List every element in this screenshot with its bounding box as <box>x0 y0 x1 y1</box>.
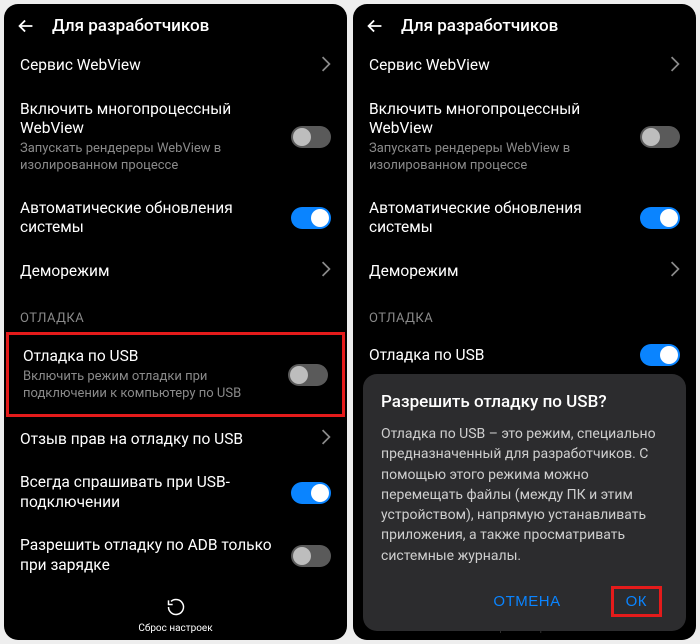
back-arrow-icon[interactable] <box>363 14 387 38</box>
page-title: Для разработчиков <box>52 16 209 36</box>
chevron-right-icon <box>321 261 331 281</box>
header: Для разработчиков <box>4 4 347 44</box>
row-revoke-usb-auth[interactable]: Отзыв прав на отладку по USB <box>20 417 331 461</box>
back-arrow-icon[interactable] <box>14 14 38 38</box>
row-usb-debugging[interactable]: Отладка по USB Включить режим отладки пр… <box>23 343 328 406</box>
toggle-usb-debugging[interactable] <box>288 364 328 386</box>
highlight-ok-button: ОК <box>611 586 662 617</box>
row-demo-mode[interactable]: Деморежим <box>20 249 331 293</box>
row-auto-system-updates[interactable]: Автоматические обновления системы <box>20 187 331 250</box>
dialog-title: Разрешить отладку по USB? <box>381 392 668 412</box>
cancel-button[interactable]: ОТМЕНА <box>483 586 570 617</box>
ok-button[interactable]: ОК <box>622 591 651 612</box>
section-debug: ОТЛАДКА <box>20 293 331 332</box>
row-webview-service[interactable]: Сервис WebView <box>20 44 331 88</box>
section-debug: ОТЛАДКА <box>369 293 680 332</box>
chevron-right-icon <box>670 261 680 281</box>
header: Для разработчиков <box>353 4 696 44</box>
toggle-usb-debugging[interactable] <box>640 344 680 366</box>
row-demo-mode[interactable]: Деморежим <box>369 249 680 293</box>
screenshot-left: Для разработчиков Сервис WebView Включит… <box>4 4 347 640</box>
toggle-auto-updates[interactable] <box>291 207 331 229</box>
reset-icon <box>166 597 186 621</box>
toggle-adb-only-charging[interactable] <box>291 545 331 567</box>
screenshot-right: Для разработчиков Сервис WebView Включит… <box>353 4 696 640</box>
page-title: Для разработчиков <box>401 16 558 36</box>
dialog-actions: ОТМЕНА ОК <box>381 582 668 621</box>
row-adb-only-charging[interactable]: Разрешить отладку по ADB только при заря… <box>20 524 331 587</box>
dialog-body: Отладка по USB – это режим, специально п… <box>381 424 668 566</box>
settings-list: Сервис WebView Включить многопроцессный … <box>4 44 347 593</box>
toggle-multiprocess-webview[interactable] <box>640 126 680 148</box>
row-webview-service[interactable]: Сервис WebView <box>369 44 680 88</box>
chevron-right-icon <box>670 56 680 76</box>
row-multiprocess-webview[interactable]: Включить многопроцессный WebView Запуска… <box>369 88 680 187</box>
row-multiprocess-webview[interactable]: Включить многопроцессный WebView Запуска… <box>20 88 331 187</box>
footer-reset[interactable]: Сброс настроек <box>4 593 347 640</box>
toggle-multiprocess-webview[interactable] <box>291 126 331 148</box>
row-auto-system-updates[interactable]: Автоматические обновления системы <box>369 187 680 250</box>
usb-debug-dialog: Разрешить отладку по USB? Отладка по USB… <box>363 374 686 631</box>
row-always-ask-usb[interactable]: Всегда спрашивать при USB-подключении <box>20 461 331 524</box>
footer-reset-label: Сброс настроек <box>4 623 347 634</box>
toggle-auto-updates[interactable] <box>640 207 680 229</box>
dialog-overlay: Разрешить отладку по USB? Отладка по USB… <box>353 374 696 640</box>
chevron-right-icon <box>321 56 331 76</box>
toggle-always-ask-usb[interactable] <box>291 482 331 504</box>
highlight-usb-debugging: Отладка по USB Включить режим отладки пр… <box>6 332 345 417</box>
chevron-right-icon <box>321 429 331 449</box>
row-usb-debugging[interactable]: Отладка по USB <box>369 332 680 378</box>
